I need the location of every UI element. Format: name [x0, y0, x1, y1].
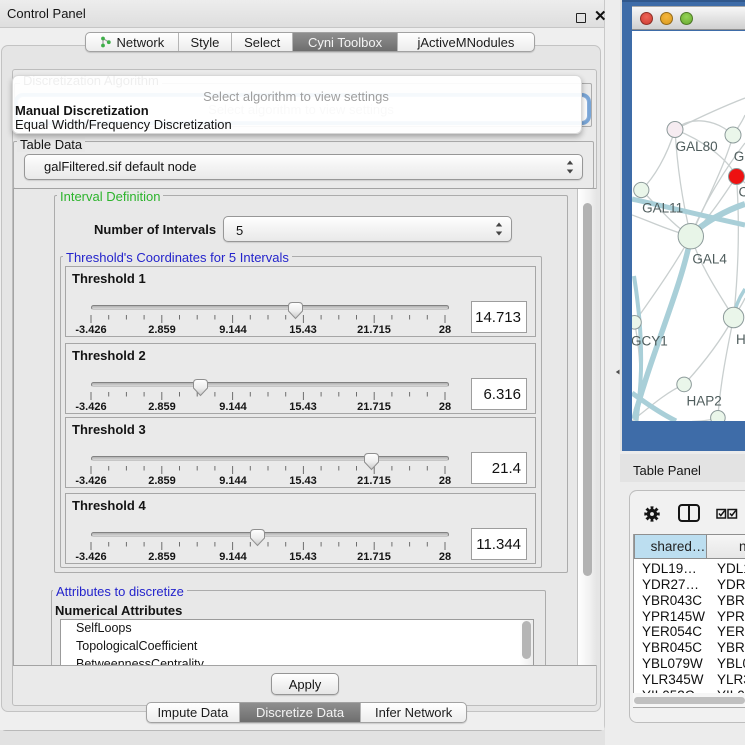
svg-text:GAL80: GAL80 [676, 139, 718, 154]
svg-text:GAL4: GAL4 [692, 252, 727, 267]
svg-text:H: H [736, 332, 745, 347]
svg-text:C: C [739, 185, 745, 200]
svg-text:G.: G. [734, 149, 745, 164]
svg-text:GAL11: GAL11 [642, 200, 683, 215]
svg-text:GCY1: GCY1 [632, 333, 668, 348]
svg-text:HAP2: HAP2 [687, 394, 722, 409]
